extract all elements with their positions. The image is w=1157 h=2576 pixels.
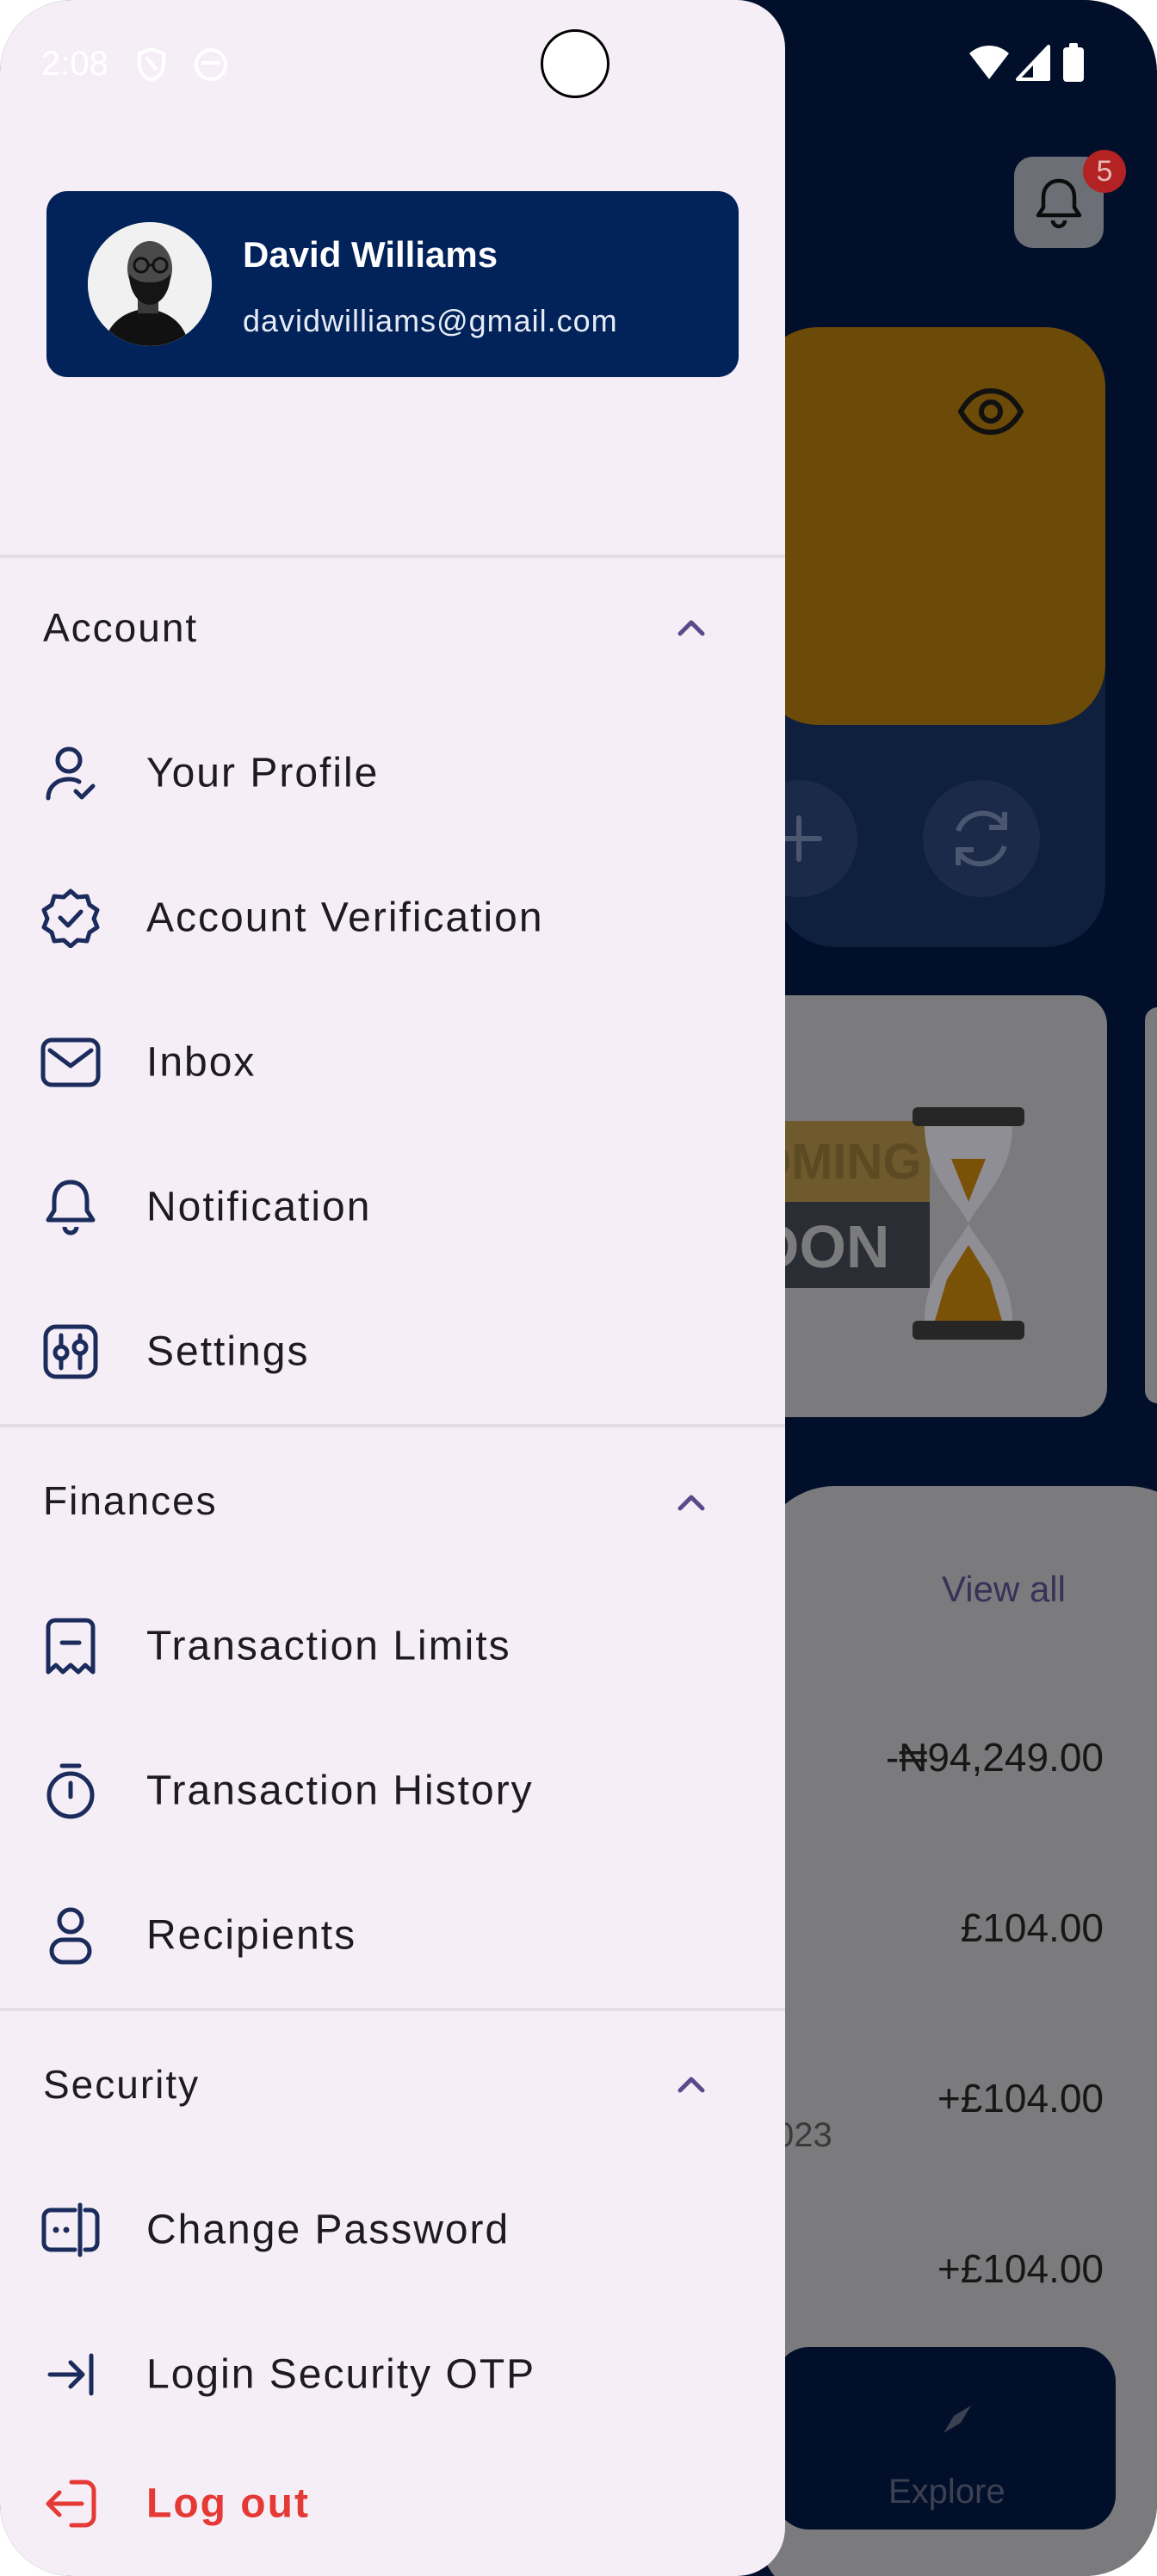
menu-item-recipients[interactable]: Recipients [0,1871,785,2000]
menu-item-transaction-limits[interactable]: Transaction Limits [0,1582,785,1711]
avatar-image [88,222,212,346]
front-camera [541,29,609,98]
battery-icon [1063,43,1084,82]
user-email: davidwilliams@gmail.com [243,303,618,338]
menu-item-label: Account Verification [146,895,544,941]
menu-item-account-verification[interactable]: Account Verification [0,853,785,982]
bell-icon [38,1174,103,1240]
menu-item-label: Settings [146,1328,310,1375]
chevron-up-icon[interactable] [673,2066,709,2102]
menu-item-label: Inbox [146,1039,257,1086]
verified-badge-icon [38,885,103,951]
divider [0,1424,785,1427]
receipt-icon [38,1613,103,1679]
phone-screen: 5 OMING OON View all -₦94,249.00 £104.00… [0,0,1157,2576]
menu-item-label: Notification [146,1184,372,1230]
sliders-icon [38,1319,103,1384]
avatar [88,222,212,346]
section-title-security: Security [43,2062,201,2107]
transaction-amount: +£104.00 [937,2076,1104,2121]
menu-item-change-password[interactable]: Change Password [0,2165,785,2294]
menu-item-label: Login Security OTP [146,2351,536,2398]
balance-card [758,327,1105,725]
menu-item-label: Transaction Limits [146,1623,511,1669]
password-icon [38,2197,103,2263]
navigation-drawer: 2:08 David Williams davidwilliams@gmail.… [0,0,785,2576]
convert-button[interactable] [923,780,1040,897]
wifi-icon [969,46,1009,79]
person-icon [38,1903,103,1968]
coming-soon-promo[interactable]: OMING OON [758,995,1107,1417]
menu-item-settings[interactable]: Settings [0,1287,785,1416]
view-all-link[interactable]: View all [942,1569,1066,1610]
status-time: 2:08 [41,45,108,83]
menu-item-login-security-otp[interactable]: Login Security OTP [0,2310,785,2439]
notification-count-badge: 5 [1083,150,1126,193]
transaction-amount: +£104.00 [937,2246,1104,2291]
menu-item-label: Transaction History [146,1768,534,1814]
logout-label: Log out [146,2480,310,2527]
section-title-account: Account [43,605,199,650]
chevron-up-icon[interactable] [673,610,709,646]
next-promo-card [1145,1007,1157,1403]
menu-item-inbox[interactable]: Inbox [0,998,785,1127]
chevron-up-icon[interactable] [673,1484,709,1520]
mail-icon [38,1030,103,1095]
menu-item-label: Recipients [146,1912,357,1959]
compass-icon[interactable] [937,2399,978,2440]
signal-icon [1016,45,1050,81]
bell-icon [1036,178,1082,229]
logout-button[interactable]: Log out [0,2439,785,2568]
transaction-amount: £104.00 [960,1905,1104,1950]
menu-item-your-profile[interactable]: Your Profile [0,709,785,838]
refresh-icon [956,810,1007,867]
app-status-icon [195,48,227,81]
eye-icon[interactable] [957,387,1024,436]
divider [0,554,785,558]
menu-item-label: Your Profile [146,750,380,796]
transaction-amount: -₦94,249.00 [885,1735,1104,1780]
nav-explore-label[interactable]: Explore [888,2473,1005,2511]
divider [0,2008,785,2011]
section-title-finances: Finances [43,1478,218,1523]
menu-item-transaction-history[interactable]: Transaction History [0,1726,785,1855]
menu-item-label: Change Password [146,2207,510,2253]
shield-icon [138,46,165,83]
stopwatch-icon [38,1758,103,1824]
logout-icon [38,2471,103,2536]
user-name: David Williams [243,234,498,275]
user-check-icon [38,740,103,806]
profile-card[interactable]: David Williams davidwilliams@gmail.com [46,191,739,377]
menu-item-notification[interactable]: Notification [0,1142,785,1272]
hourglass-icon [913,1107,1024,1340]
login-icon [38,2342,103,2407]
